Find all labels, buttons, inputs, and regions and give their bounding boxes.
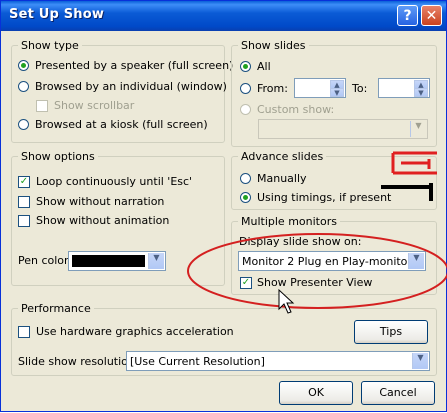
monitor-select[interactable]: Monitor 2 Plug en Play-monitor ▼	[238, 251, 426, 271]
to-label: To:	[352, 82, 368, 95]
hardware-acceleration-label: Use hardware graphics acceleration	[36, 325, 234, 338]
chevron-down-icon[interactable]: ▼	[410, 121, 426, 137]
to-input[interactable]: ▲ ▼	[378, 78, 430, 98]
resolution-label: Slide show resolution:	[18, 355, 139, 368]
radio-icon	[240, 83, 251, 94]
ok-button[interactable]: OK	[279, 381, 353, 405]
title-bar[interactable]: Set Up Show ? ✕	[1, 1, 446, 31]
chevron-down-icon[interactable]: ▼	[148, 253, 164, 269]
custom-show-label: Custom show:	[257, 103, 335, 116]
set-up-show-dialog: Set Up Show ? ✕ Show type Presented by a…	[0, 0, 447, 412]
resolution-select[interactable]: [Use Current Resolution] ▼	[126, 351, 430, 371]
help-button[interactable]: ?	[397, 5, 418, 26]
pen-color-swatch	[72, 255, 145, 267]
radio-icon	[18, 60, 29, 71]
radio-icon	[240, 192, 251, 203]
show-scrollbar-label: Show scrollbar	[54, 99, 135, 112]
pen-color-label: Pen color:	[18, 254, 73, 267]
manually-label: Manually	[257, 172, 307, 185]
check-icon: ✓	[18, 176, 30, 188]
custom-show-select[interactable]: ▼	[258, 119, 428, 139]
radio-icon	[18, 119, 29, 130]
chevron-down-icon[interactable]: ▼	[412, 353, 428, 369]
checkbox-icon	[18, 196, 30, 208]
using-timings-label: Using timings, if present	[257, 191, 392, 204]
spin-down-icon[interactable]: ▼	[330, 88, 344, 97]
multiple-monitors-legend: Multiple monitors	[238, 215, 340, 228]
show-options-legend: Show options	[18, 150, 98, 163]
browsed-by-individual-label: Browsed by an individual (window)	[35, 80, 227, 93]
close-button[interactable]: ✕	[421, 5, 442, 26]
check-icon: ✓	[240, 277, 252, 289]
without-animation-label: Show without animation	[36, 214, 170, 227]
show-type-legend: Show type	[18, 39, 82, 52]
checkbox-icon	[18, 326, 30, 338]
display-slide-show-label: Display slide show on:	[239, 235, 362, 248]
radio-icon	[240, 61, 251, 72]
without-narration-label: Show without narration	[36, 195, 165, 208]
advance-slides-legend: Advance slides	[238, 150, 327, 163]
all-slides-label: All	[257, 60, 271, 73]
resolution-value: [Use Current Resolution]	[130, 355, 265, 368]
radio-icon	[240, 104, 251, 115]
presented-by-speaker-label: Presented by a speaker (full screen)	[35, 59, 234, 72]
presenter-view-label: Show Presenter View	[257, 276, 373, 289]
chevron-down-icon[interactable]: ▼	[408, 253, 424, 269]
show-slides-group: Show slides All From: ▲ ▼ To: ▲ ▼ Custom…	[231, 39, 437, 147]
multiple-monitors-group: Multiple monitors Display slide show on:…	[231, 215, 437, 295]
tips-button[interactable]: Tips	[354, 320, 428, 344]
show-options-group: Show options ✓ Loop continuously until '…	[11, 150, 225, 286]
radio-icon	[240, 173, 251, 184]
performance-group: Performance Use hardware graphics accele…	[11, 302, 437, 376]
advance-slides-group: Advance slides Manually Using timings, i…	[231, 150, 437, 210]
performance-legend: Performance	[18, 302, 94, 315]
browsed-at-kiosk-label: Browsed at a kiosk (full screen)	[35, 118, 208, 131]
dialog-title: Set Up Show	[9, 7, 105, 22]
cancel-button[interactable]: Cancel	[361, 381, 435, 405]
from-label: From:	[257, 82, 288, 95]
show-slides-legend: Show slides	[238, 39, 309, 52]
checkbox-icon	[36, 100, 48, 112]
loop-continuously-label: Loop continuously until 'Esc'	[36, 175, 193, 188]
spin-down-icon[interactable]: ▼	[414, 88, 428, 97]
radio-icon	[18, 81, 29, 92]
pen-color-picker[interactable]: ▼	[68, 251, 166, 271]
checkbox-icon	[18, 215, 30, 227]
show-type-group: Show type Presented by a speaker (full s…	[11, 39, 233, 143]
from-input[interactable]: ▲ ▼	[294, 78, 346, 98]
monitor-value: Monitor 2 Plug en Play-monitor	[242, 255, 412, 268]
